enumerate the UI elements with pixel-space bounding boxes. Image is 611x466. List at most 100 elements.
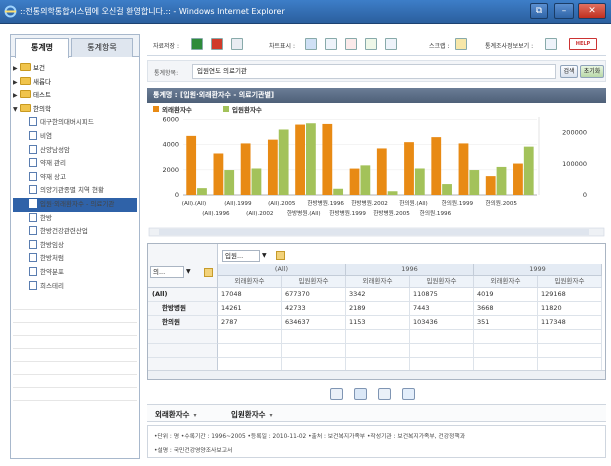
- column-filter-icon[interactable]: [276, 251, 285, 260]
- x-tick-label: 한방병원.1996: [307, 199, 344, 207]
- tree-item-label: 산양남성암: [40, 145, 70, 154]
- line-chart-icon[interactable]: [345, 38, 357, 50]
- column-dropdown-icon[interactable]: ▼: [262, 250, 270, 262]
- tree-item[interactable]: 한방처럼: [13, 252, 137, 266]
- restore-button[interactable]: ⧉: [530, 3, 548, 19]
- folder-icon: [20, 103, 31, 112]
- bar-outpatient: [186, 135, 197, 195]
- document-icon: [29, 226, 37, 236]
- table-view-icon[interactable]: [378, 388, 391, 400]
- column-year-header: (All): [218, 264, 346, 276]
- tree-empty-rows: [13, 297, 137, 402]
- tree-item[interactable]: ▶ 새롭다: [13, 76, 137, 90]
- empty-cell: [474, 330, 538, 344]
- row-field-selector[interactable]: 의...: [150, 266, 184, 278]
- empty-cell: [410, 344, 474, 358]
- empty-cell: [218, 330, 282, 344]
- bar-chart-icon[interactable]: [305, 38, 317, 50]
- window-titlebar: ::전통의학통합시스템에 오신걸 환영합니다.:: - Windows Inte…: [0, 0, 611, 24]
- close-button[interactable]: ✕: [578, 3, 606, 19]
- empty-cell: [282, 344, 346, 358]
- filter-icon[interactable]: [204, 268, 213, 277]
- tree-item[interactable]: 의양기관종별 치역 현황: [13, 184, 137, 198]
- scrap-label: 스크랩 :: [429, 43, 450, 50]
- area-chart-icon[interactable]: [385, 38, 397, 50]
- notes-line-2: •설명 : 국민건강영양조사보고서: [154, 448, 233, 454]
- legend-swatch: [153, 106, 159, 112]
- bar-inpatient: [442, 184, 452, 195]
- tree-item[interactable]: 한약분포: [13, 266, 137, 280]
- tab-stat-name[interactable]: 통계명: [15, 38, 69, 58]
- tree-item[interactable]: 희스테리: [13, 280, 137, 294]
- tree-item[interactable]: 약재 관리: [13, 157, 137, 171]
- tree-item[interactable]: 한방건강관련산업: [13, 225, 137, 239]
- refresh-icon[interactable]: [402, 388, 415, 400]
- collapse-icon[interactable]: ▼: [13, 103, 20, 116]
- empty-cell: [410, 330, 474, 344]
- tree-item[interactable]: 대구한의대버시피드: [13, 116, 137, 130]
- excel-icon[interactable]: [191, 38, 203, 50]
- x-tick-label: 한의원.(All): [399, 199, 428, 207]
- grid-view-icon[interactable]: [330, 388, 343, 400]
- bar-outpatient: [240, 143, 251, 195]
- expand-icon[interactable]: ▶: [13, 76, 20, 89]
- measure-selector-inpatient[interactable]: 입원환자수 ▾: [231, 409, 273, 420]
- column-year-header: 1996: [346, 264, 474, 276]
- tree-item[interactable]: 비염: [13, 130, 137, 144]
- pie-chart-icon[interactable]: [325, 38, 337, 50]
- chart-view-icon[interactable]: [354, 388, 367, 400]
- chart-scroll-thumb[interactable]: [159, 229, 589, 235]
- tree-item[interactable]: 한방임상: [13, 239, 137, 253]
- reset-button[interactable]: 초기화: [580, 65, 604, 78]
- measure-selector-outpatient[interactable]: 외래환자수 ▾: [155, 409, 197, 420]
- help-button[interactable]: HELP: [569, 38, 597, 50]
- tree-item[interactable]: ▶ 테스트: [13, 89, 137, 103]
- tree-item-label: 입원·외래환자수 - 의료기관: [40, 199, 115, 208]
- search-button[interactable]: 검색: [560, 65, 578, 78]
- ie-logo-icon: [4, 5, 17, 18]
- tree-item[interactable]: 입원·외래환자수 - 의료기관: [13, 197, 137, 212]
- bar-inpatient: [496, 166, 507, 195]
- expand-icon[interactable]: ▶: [13, 89, 20, 102]
- bar-inpatient: [305, 123, 316, 195]
- pivot-grid: 의... ▼ 입원... ▼ (All) 외래환자수 입원환자수 1996 외래환자수 입…: [147, 243, 606, 380]
- pdf-icon[interactable]: [211, 38, 223, 50]
- print-icon[interactable]: [231, 38, 243, 50]
- search-input[interactable]: 입원연도 의료기관: [192, 64, 556, 79]
- scrap-icon[interactable]: [455, 38, 467, 50]
- chart-label: 차트표시 :: [269, 43, 296, 50]
- expand-icon[interactable]: ▶: [13, 62, 20, 75]
- tab-stat-item[interactable]: 통계항목: [71, 38, 133, 57]
- bar-outpatient: [295, 124, 305, 195]
- table-cell: 103436: [410, 316, 474, 330]
- document-icon: [29, 280, 37, 290]
- row-header: (All): [148, 288, 218, 302]
- row-dropdown-icon[interactable]: ▼: [186, 266, 194, 278]
- column-field-selector[interactable]: 입원...: [222, 250, 260, 262]
- table-cell: 3668: [474, 302, 538, 316]
- document-icon: [29, 117, 37, 127]
- x-tick-label: (All).1999: [224, 201, 252, 207]
- empty-cell: [282, 330, 346, 344]
- x-tick-label: (All).(All): [182, 201, 206, 207]
- row-header: 한방병원: [148, 302, 218, 316]
- tree-item-label: 대구한의대버시피드: [40, 118, 94, 127]
- tree-item-label: 희스테리: [40, 281, 64, 290]
- minimize-button[interactable]: –: [554, 3, 574, 19]
- legend-label: 입원환자수: [232, 105, 262, 114]
- bar-inpatient: [414, 168, 425, 195]
- tree-item[interactable]: ▼ 한의학: [13, 103, 137, 117]
- bar-outpatient: [458, 143, 469, 195]
- horizontal-scrollbar[interactable]: [148, 370, 605, 379]
- tree-item[interactable]: 약재 상고: [13, 171, 137, 185]
- x-tick-label: 한방병원.(All): [287, 209, 321, 217]
- scatter-chart-icon[interactable]: [365, 38, 377, 50]
- table-cell: 2787: [218, 316, 282, 330]
- tree-item[interactable]: ▶ 보건: [13, 62, 137, 76]
- tree-item[interactable]: 한방: [13, 212, 137, 226]
- empty-cell: [538, 344, 602, 358]
- document-icon: [29, 253, 37, 263]
- tree-item[interactable]: 산양남성암: [13, 144, 137, 158]
- document-icon: [29, 198, 37, 208]
- stat-info-icon[interactable]: [545, 38, 557, 50]
